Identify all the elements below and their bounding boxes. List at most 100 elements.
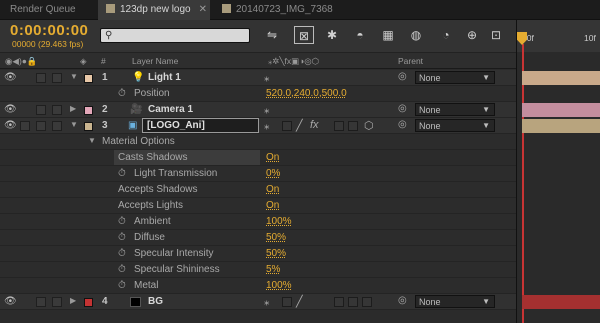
eye-icon[interactable]: 👁 (4, 104, 17, 115)
layer-name[interactable]: BG (148, 296, 163, 307)
property-row-position[interactable]: ⏱ Position 520.0,240.0,500.0 (0, 86, 516, 102)
layer-row-camera-1[interactable]: 👁 ▶ 2 🎥 Camera 1 ⁎ ◎ None ▼ (0, 102, 516, 118)
playhead-line[interactable] (522, 44, 524, 323)
property-row-accepts-shadows[interactable]: Accepts Shadows On (0, 182, 516, 198)
stopwatch-icon[interactable]: ⏱ (118, 264, 126, 275)
parent-dropdown[interactable]: None ▼ (415, 71, 495, 84)
shy-switch-icon[interactable]: ⁎ (264, 119, 270, 132)
property-row-metal[interactable]: ⏱ Metal 100% (0, 278, 516, 294)
comp-mini-flowchart-icon[interactable]: ⇋ (262, 26, 282, 44)
property-value[interactable]: 5% (266, 264, 280, 275)
chevron-right-icon[interactable]: ▶ (70, 104, 76, 113)
property-value[interactable]: 100% (266, 280, 292, 291)
tab-123dp-new-logo[interactable]: 123dp new logo ✕ (98, 0, 210, 20)
shy-switch-icon[interactable]: ⁎ (264, 103, 270, 116)
3d-layer-icon[interactable]: ⬡ (364, 119, 374, 132)
label-color-chip[interactable] (84, 106, 93, 115)
parent-dropdown[interactable]: None ▼ (415, 295, 495, 308)
brainstorm-icon[interactable]: ◔ (436, 26, 456, 44)
timeline-area[interactable] (516, 20, 600, 323)
stopwatch-icon[interactable]: ⏱ (118, 168, 126, 179)
lock-toggle[interactable] (52, 121, 62, 131)
layer-row-bg[interactable]: 👁 ▶ 4 BG ⁎ ╱ ◎ None ▼ (0, 294, 516, 310)
fx-switch-icon[interactable]: fx (310, 119, 319, 131)
motion-blur-switch[interactable] (348, 297, 358, 307)
layer-bar-camera-1[interactable] (522, 103, 600, 117)
property-row-accepts-lights[interactable]: Accepts Lights On (0, 198, 516, 214)
property-value[interactable]: 50% (266, 232, 286, 243)
quality-switch-icon[interactable]: ╱ (296, 119, 303, 132)
parent-dropdown[interactable]: None ▼ (415, 103, 495, 116)
graph-editor-icon[interactable]: ⊡ (486, 26, 506, 44)
layer-bar-logo-ani[interactable] (522, 119, 600, 133)
layer-name-edit[interactable]: [LOGO_Ani] (142, 118, 259, 133)
draft-3d-icon[interactable]: ✱ (322, 26, 342, 44)
property-value[interactable]: On (266, 200, 279, 211)
pick-whip-icon[interactable]: ◎ (398, 119, 407, 130)
layer-row-light-1[interactable]: 👁 ▼ 1 💡 Light 1 ⁎ ◎ None ▼ (0, 70, 516, 86)
live-update-icon[interactable]: ⊠ (294, 26, 314, 44)
stopwatch-icon[interactable]: ⏱ (118, 232, 126, 243)
pick-whip-icon[interactable]: ◎ (398, 103, 407, 114)
stopwatch-icon[interactable]: ⏱ (118, 88, 126, 99)
lock-toggle[interactable] (52, 105, 62, 115)
motion-blur-icon[interactable]: ◍ (406, 26, 426, 44)
layer-bar-bg[interactable] (522, 295, 600, 309)
lock-toggle[interactable] (52, 297, 62, 307)
property-row-light-transmission[interactable]: ⏱ Light Transmission 0% (0, 166, 516, 182)
layer-name[interactable]: Camera 1 (148, 104, 193, 115)
column-layer-name[interactable]: Layer Name (132, 56, 178, 66)
property-row-ambient[interactable]: ⏱ Ambient 100% (0, 214, 516, 230)
eye-icon[interactable]: 👁 (4, 296, 17, 307)
parent-dropdown[interactable]: None ▼ (415, 119, 495, 132)
audio-toggle[interactable] (36, 297, 46, 307)
chevron-right-icon[interactable]: ▶ (70, 296, 76, 305)
close-tab-icon[interactable]: ✕ (199, 4, 207, 15)
lock-toggle[interactable] (52, 73, 62, 83)
label-color-chip[interactable] (84, 122, 93, 131)
property-value[interactable]: On (266, 184, 279, 195)
property-row-specular-shininess[interactable]: ⏱ Specular Shininess 5% (0, 262, 516, 278)
position-value[interactable]: 520.0,240.0,500.0 (266, 88, 347, 99)
layer-search-input[interactable]: ⚲ (100, 28, 250, 43)
shy-switch-icon[interactable]: ⁎ (264, 295, 270, 308)
property-value[interactable]: 0% (266, 168, 280, 179)
stopwatch-icon[interactable]: ⏱ (118, 280, 126, 291)
tab-render-queue[interactable]: Render Queue (2, 0, 92, 20)
3d-layer-switch[interactable] (362, 297, 372, 307)
property-row-casts-shadows[interactable]: Casts Shadows On (0, 150, 516, 166)
property-value[interactable]: 50% (266, 248, 286, 259)
current-time-display[interactable]: 0:00:00:00 (10, 22, 88, 39)
label-color-chip[interactable] (84, 298, 93, 307)
shy-switch-icon[interactable]: ⁎ (264, 71, 270, 84)
material-options-group[interactable]: ▼ Material Options (0, 134, 516, 150)
chevron-down-icon[interactable]: ▼ (70, 120, 78, 129)
hide-shy-layers-icon[interactable]: ◓ (350, 26, 370, 44)
layer-row-logo-ani[interactable]: 👁 ▼ 3 ▣ [LOGO_Ani] ⁎ ╱ fx ⬡ ◎ None ▼ (0, 118, 516, 134)
property-row-diffuse[interactable]: ⏱ Diffuse 50% (0, 230, 516, 246)
eye-icon[interactable]: 👁 (4, 120, 17, 131)
audio-toggle[interactable] (36, 105, 46, 115)
motion-blur-switch[interactable] (348, 121, 358, 131)
pick-whip-icon[interactable]: ◎ (398, 71, 407, 82)
collapse-switch[interactable] (282, 297, 292, 307)
stopwatch-icon[interactable]: ⏱ (118, 248, 126, 259)
solo-toggle[interactable] (36, 121, 46, 131)
audio-toggle[interactable] (20, 121, 30, 131)
audio-toggle[interactable] (36, 73, 46, 83)
quality-switch-icon[interactable]: ╱ (296, 295, 303, 308)
collapse-switch[interactable] (282, 121, 292, 131)
chevron-down-icon[interactable]: ▼ (88, 136, 96, 145)
chevron-down-icon[interactable]: ▼ (70, 72, 78, 81)
stopwatch-icon[interactable]: ⏱ (118, 216, 126, 227)
property-row-specular-intensity[interactable]: ⏱ Specular Intensity 50% (0, 246, 516, 262)
pick-whip-icon[interactable]: ◎ (398, 295, 407, 306)
layer-bar-light-1[interactable] (522, 71, 600, 85)
property-value[interactable]: 100% (266, 216, 292, 227)
auto-keyframe-icon[interactable]: ⊕ (462, 26, 482, 44)
property-value[interactable]: On (266, 152, 279, 163)
frame-blend-switch[interactable] (334, 121, 344, 131)
tab-20140723-img[interactable]: 20140723_IMG_7368 (214, 0, 344, 20)
frame-blend-switch[interactable] (334, 297, 344, 307)
label-color-chip[interactable] (84, 74, 93, 83)
